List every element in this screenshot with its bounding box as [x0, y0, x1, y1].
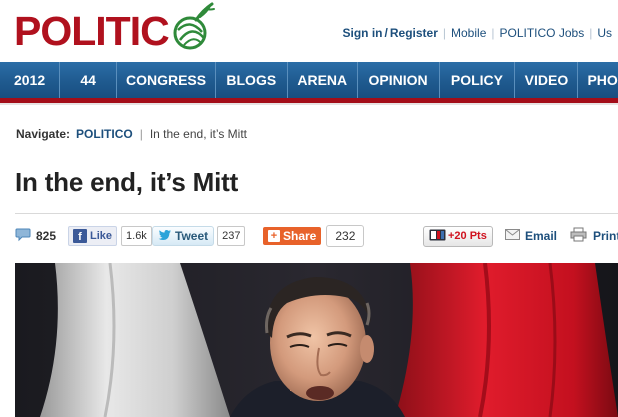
tweet-count: 237	[217, 226, 246, 246]
tweet-widget: Tweet 237	[152, 224, 246, 248]
nav-item-44[interactable]: 44	[60, 62, 118, 98]
points-widget: +20 Pts	[423, 224, 493, 248]
mobile-link[interactable]: Mobile	[451, 26, 486, 40]
email-link[interactable]: Email	[505, 224, 557, 248]
share-count: 232	[326, 225, 365, 247]
nav-item-video[interactable]: VIDEO	[515, 62, 579, 98]
slash-separator: /	[384, 26, 388, 40]
tweet-button[interactable]: Tweet	[152, 226, 215, 246]
divider: |	[442, 26, 447, 40]
breadcrumb-current: In the end, it’s Mitt	[149, 127, 247, 141]
main-nav: 2012 44 CONGRESS BLOGS ARENA OPINION POL…	[0, 62, 618, 98]
points-button[interactable]: +20 Pts	[423, 225, 493, 247]
facebook-like-button[interactable]: f Like	[68, 226, 118, 246]
politico-logo[interactable]: POLITIC	[14, 2, 216, 56]
nav-item-arena[interactable]: ARENA	[288, 62, 358, 98]
facebook-like-widget: f Like 1.6k	[68, 224, 152, 248]
nav-item-blogs[interactable]: BLOGS	[216, 62, 288, 98]
tweet-label: Tweet	[175, 229, 209, 243]
like-count: 1.6k	[121, 226, 152, 246]
account-links: Sign in / Register | Mobile | POLITICO J…	[343, 26, 612, 40]
email-label: Email	[525, 229, 558, 243]
share-widget: + Share 232	[263, 224, 365, 248]
print-link[interactable]: Print	[570, 224, 618, 248]
sign-in-link[interactable]: Sign in	[343, 26, 383, 40]
envelope-icon	[505, 229, 520, 243]
share-button[interactable]: + Share	[263, 227, 322, 245]
onion-logo-icon	[170, 0, 216, 57]
social-toolbar: 825 f Like 1.6k Tweet 237 + Share 232 +2…	[0, 224, 618, 250]
jobs-link[interactable]: POLITICO Jobs	[500, 26, 585, 40]
register-link[interactable]: Register	[390, 26, 438, 40]
nav-item-policy[interactable]: POLICY	[440, 62, 516, 98]
points-label: +20 Pts	[448, 230, 487, 242]
badge-icon	[429, 229, 446, 244]
page-title: In the end, it’s Mitt	[15, 167, 239, 197]
facebook-f-icon: f	[73, 229, 87, 243]
breadcrumb-label: Navigate:	[16, 127, 71, 141]
nav-shadow-line	[0, 103, 618, 105]
print-label: Print	[593, 229, 618, 243]
headline-divider	[15, 213, 618, 214]
share-label: Share	[283, 229, 317, 243]
plus-icon: +	[268, 230, 280, 242]
speech-bubble-icon	[15, 228, 31, 245]
site-header: POLITIC Sign in / Register | Mobile | PO…	[0, 0, 618, 62]
divider: |	[589, 26, 593, 40]
printer-icon	[570, 227, 587, 245]
breadcrumb-divider: |	[139, 127, 143, 141]
nav-item-2012[interactable]: 2012	[0, 62, 61, 98]
comment-count: 825	[36, 229, 57, 243]
nav-item-congress[interactable]: CONGRESS	[117, 62, 216, 98]
nav-item-opinion[interactable]: OPINION	[358, 62, 440, 98]
breadcrumb: Navigate: POLITICO | In the end, it’s Mi…	[16, 127, 247, 141]
like-label: Like	[90, 230, 113, 242]
logo-wordmark: POLITIC	[14, 7, 170, 54]
divider: |	[491, 26, 495, 40]
nav-item-photos[interactable]: PHO	[578, 62, 618, 98]
article-photo	[15, 263, 618, 417]
comments-link[interactable]: 825	[15, 224, 56, 248]
twitter-bird-icon	[158, 229, 172, 244]
about-us-link[interactable]: Us	[597, 26, 612, 40]
breadcrumb-home-link[interactable]: POLITICO	[76, 127, 133, 141]
